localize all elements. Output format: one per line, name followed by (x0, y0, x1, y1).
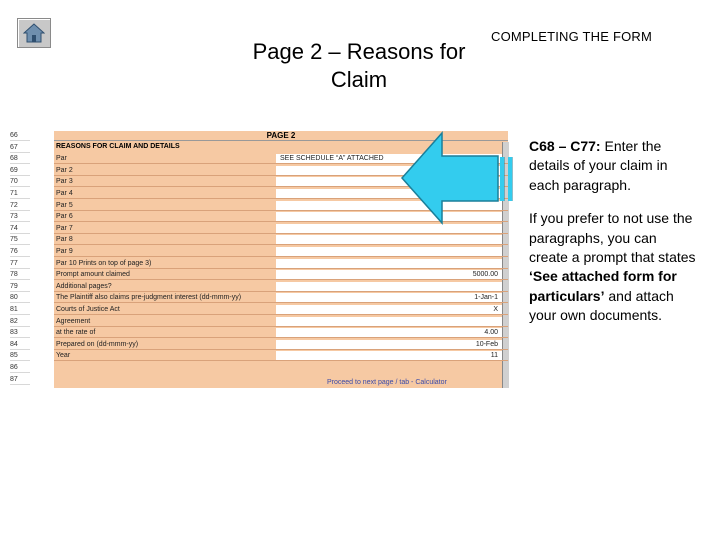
value-cell[interactable]: 11 (276, 351, 503, 361)
row-number: 68 (10, 154, 30, 165)
row-number: 72 (10, 201, 30, 211)
row-number: 84 (10, 340, 30, 350)
sheet-row: Courts of Justice Act X (54, 305, 508, 315)
row-number: 66 (10, 131, 30, 141)
row-label: Par 3 (56, 178, 73, 186)
row-label: Par 9 (56, 248, 73, 255)
value-cell[interactable]: 5000.00 (276, 270, 503, 280)
sheet-footer-link: Proceed to next page / tab - Calculator (327, 379, 447, 386)
row-number: 74 (10, 224, 30, 234)
sheet-row: Par 8 (54, 235, 508, 246)
header-text: COMPLETING THE FORM (491, 29, 653, 44)
row-label: Prompt amount claimed (56, 271, 130, 279)
sheet-row: Prepared on (dd-mmm-yy) 10-Feb (54, 339, 508, 350)
row-number: 78 (10, 270, 30, 281)
row-label: Par (56, 155, 67, 163)
sheet-row: The Plaintiff also claims pre-judgment i… (54, 293, 508, 304)
row-number: 79 (10, 282, 30, 292)
row-number: 73 (10, 212, 30, 223)
value-cell[interactable] (276, 258, 503, 268)
sheet-row: Par 10 Prints on top of page 3) (54, 258, 508, 269)
instruction-paragraph-2: If you prefer to not use the paragraphs,… (529, 209, 699, 325)
row-number: 75 (10, 235, 30, 246)
row-number-column: 66 67 68 69 70 71 72 73 74 75 76 77 78 79 80 81 82 83 84 85… (8, 131, 30, 388)
value-cell[interactable]: X (276, 305, 503, 314)
cell-value: 10-Feb (475, 340, 498, 348)
sheet-row: Agreement (54, 316, 508, 327)
row-label: Additional pages? (56, 282, 112, 290)
row-label: Par 6 (56, 213, 73, 221)
row-label: Courts of Justice Act (56, 306, 120, 313)
row-number: 83 (10, 328, 30, 339)
cell-value: 4.00 (484, 329, 498, 337)
value-cell[interactable] (276, 281, 503, 291)
row-number: 77 (10, 259, 30, 269)
row-label: Par 7 (56, 224, 73, 232)
value-cell[interactable]: 4.00 (276, 328, 503, 338)
row-label: Par 4 (56, 190, 73, 197)
cell-range-label: C68 – C77: (529, 138, 601, 154)
value-cell[interactable]: 10-Feb (276, 339, 503, 349)
slide-title: Page 2 – Reasons for Claim (252, 39, 466, 92)
value-cell[interactable]: 1-Jan-1 (276, 293, 503, 303)
home-icon (23, 23, 45, 43)
row-number: 82 (10, 317, 30, 327)
sheet-row: at the rate of 4.00 (54, 328, 508, 339)
row-number: 70 (10, 177, 30, 188)
row-label: The Plaintiff also claims pre-judgment i… (56, 294, 242, 302)
instruction-paragraph-1: C68 – C77: Enter the details of your cla… (529, 137, 699, 195)
sheet-row: Par 9 (54, 247, 508, 257)
sheet-row: Prompt amount claimed 5000.00 (54, 270, 508, 281)
row-label: Par 8 (56, 236, 73, 244)
value-cell[interactable] (276, 316, 503, 326)
row-number: 67 (10, 143, 30, 153)
row-number: 69 (10, 166, 30, 176)
sheet-row: Year 11 (54, 351, 508, 362)
sheet-section-heading: REASONS FOR CLAIM AND DETAILS (56, 143, 180, 150)
instruction-text-a: If you prefer to not use the paragraphs,… (529, 210, 696, 266)
cell-value: X (493, 306, 498, 313)
row-number: 86 (10, 363, 30, 373)
row-number: 85 (10, 351, 30, 362)
row-label: Par 10 Prints on top of page 3) (56, 259, 152, 267)
row-label: Prepared on (dd-mmm-yy) (56, 340, 139, 348)
row-number: 80 (10, 293, 30, 304)
cell-value: 11 (490, 352, 498, 360)
sheet-row: Additional pages? (54, 281, 508, 292)
home-button[interactable] (17, 18, 51, 48)
instruction-callout: C68 – C77: Enter the details of your cla… (529, 137, 699, 340)
cell-value: 5000.00 (472, 271, 498, 279)
value-cell[interactable] (276, 247, 503, 256)
row-number: 87 (10, 375, 30, 385)
row-number: 76 (10, 247, 30, 257)
row-label: Par 2 (56, 166, 73, 174)
value-cell[interactable] (276, 235, 503, 245)
cell-value: 1-Jan-1 (474, 294, 498, 302)
row-label: Agreement (56, 317, 91, 325)
row-number: 71 (10, 189, 30, 199)
row-label: Year (56, 352, 71, 360)
cell-text: SEE SCHEDULE “A” ATTACHED (280, 155, 384, 163)
left-arrow-icon (400, 131, 513, 225)
row-label: Par 5 (56, 201, 73, 209)
row-number: 81 (10, 305, 30, 315)
row-label: at the rate of (56, 329, 96, 337)
